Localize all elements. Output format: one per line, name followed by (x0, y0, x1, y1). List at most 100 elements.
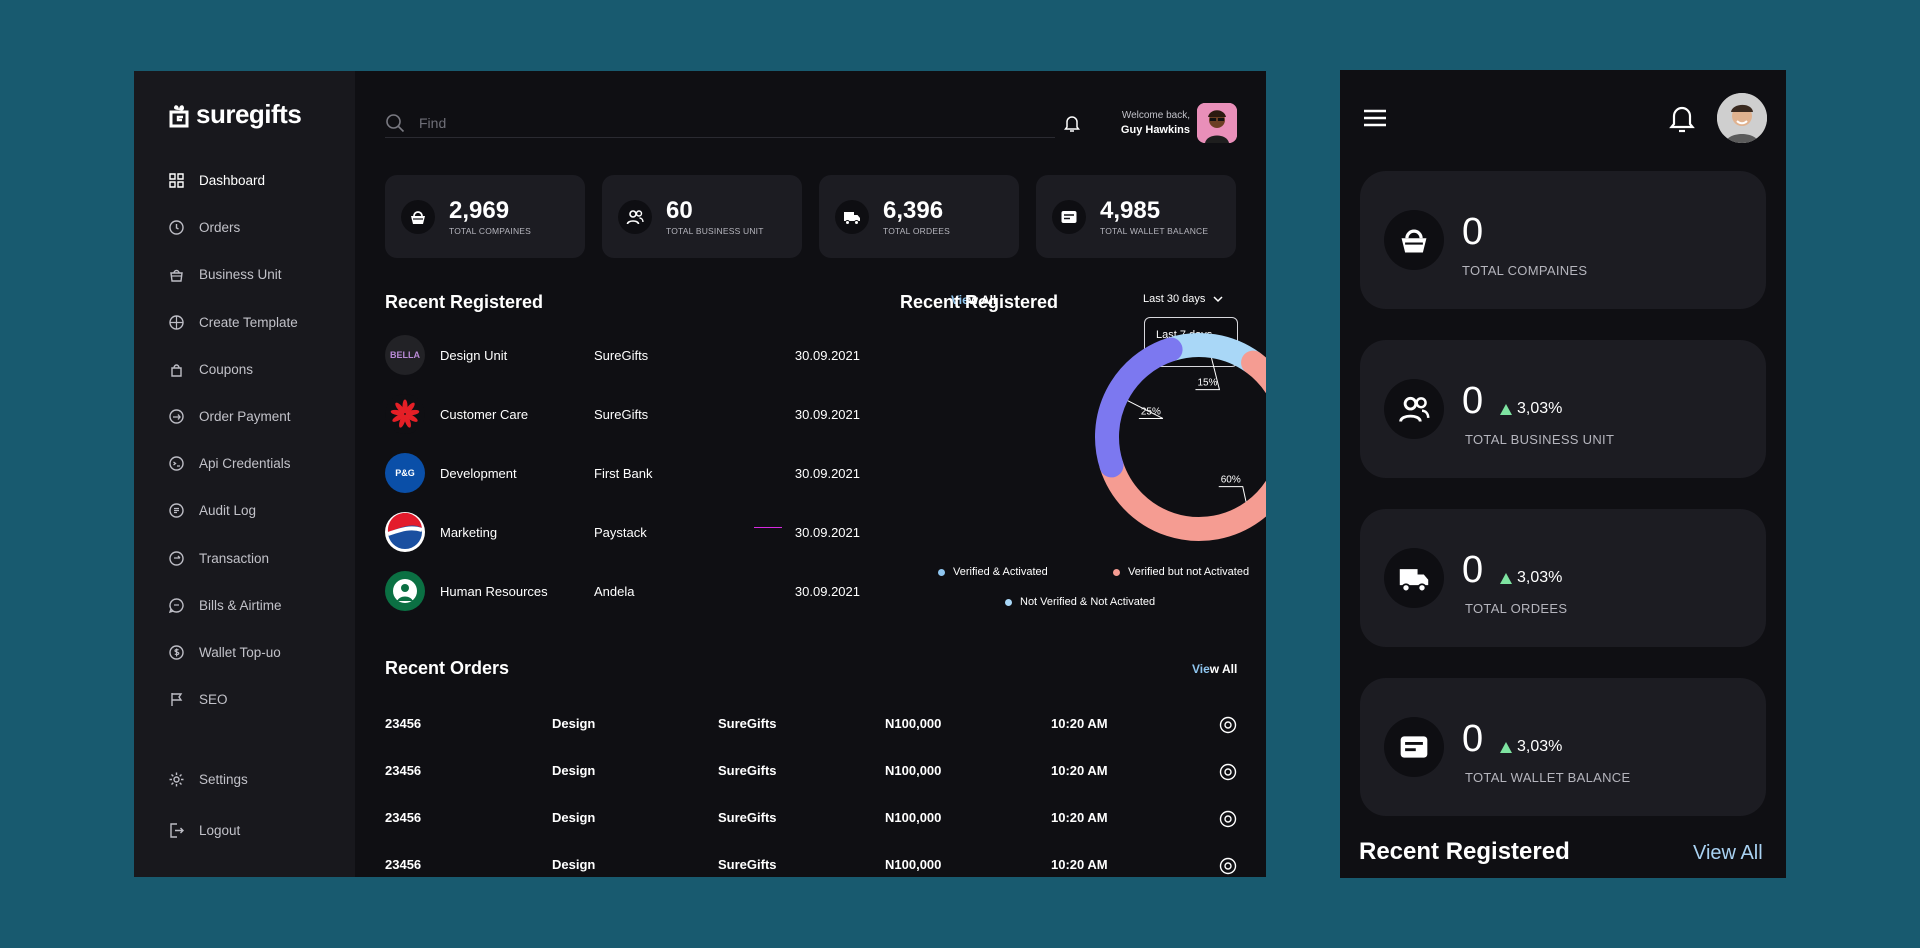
mobile-stat-card[interactable]: 0 TOTAL COMPAINES (1360, 171, 1766, 309)
arrow-up-icon (1500, 572, 1512, 584)
users-icon (626, 209, 644, 224)
order-time: 10:20 AM (1051, 857, 1108, 872)
stat-value: 0 (1462, 718, 1484, 760)
orders-view-all[interactable]: View All (1192, 662, 1237, 676)
sidebar-item-label: Order Payment (199, 409, 291, 425)
list-item[interactable]: Human Resources Andela 30.09.2021 (385, 571, 860, 611)
sidebar-item-label: Wallet Top-uo (199, 644, 281, 660)
legend-dot (1113, 568, 1120, 576)
stat-change-value: 3,03% (1517, 569, 1563, 586)
brand-name: suregifts (196, 99, 302, 129)
sidebar: suregifts Dashboard Orders Business Unit Cr… (134, 71, 355, 877)
stat-card[interactable]: 60 TOTAL BUSINESS UNIT (602, 175, 802, 258)
sidebar-item-audit-log[interactable]: Audit Log (168, 487, 298, 534)
eye-icon[interactable] (1219, 763, 1237, 781)
order-org: SureGifts (718, 716, 777, 731)
basket-icon (411, 210, 425, 224)
list-item[interactable]: BELLA Design Unit SureGifts 30.09.2021 (385, 335, 860, 375)
mobile-recent-title: Recent Registered (1359, 838, 1570, 865)
recent-orders-title: Recent Orders (385, 658, 510, 678)
table-row[interactable]: 23456 Design SureGifts N100,000 10:20 AM (385, 761, 1237, 781)
sidebar-item-logout[interactable]: Logout (168, 805, 248, 856)
order-type: Design (552, 763, 596, 778)
sidebar-item-label: Api Credentials (199, 456, 291, 472)
range-select[interactable]: Last 30 days (1143, 293, 1223, 305)
bell-icon[interactable] (1062, 113, 1082, 133)
bell-icon[interactable] (1667, 102, 1697, 134)
company-logo (385, 571, 425, 611)
mobile-stat-card[interactable]: 0 3,03% TOTAL ORDEES (1360, 509, 1766, 647)
date: 30.09.2021 (794, 583, 860, 599)
stat-change: 3,03% (1500, 569, 1562, 587)
mobile-stat-card[interactable]: 0 3,03% TOTAL WALLET BALANCE (1360, 678, 1766, 816)
sidebar-item-api-credentials[interactable]: Api Credentials (168, 440, 298, 487)
stat-change-value: 3,03% (1517, 738, 1563, 755)
search-input[interactable] (419, 114, 919, 131)
eye-icon[interactable] (1219, 810, 1237, 828)
order-amount: N100,000 (885, 716, 942, 731)
sidebar-item-seo[interactable]: SEO (168, 676, 298, 723)
order-amount: N100,000 (885, 810, 942, 825)
legend-dot (1005, 598, 1012, 606)
list-item[interactable]: Customer Care SureGifts 30.09.2021 (385, 394, 860, 434)
sidebar-item-business-unit[interactable]: Business Unit (168, 251, 298, 298)
order-time: 10:20 AM (1051, 763, 1108, 778)
truck-icon (1399, 569, 1429, 593)
mobile-stat-card[interactable]: 0 3,03% TOTAL BUSINESS UNIT (1360, 340, 1766, 478)
org-name: First Bank (594, 465, 653, 481)
view-all-rest: w All (1209, 662, 1238, 676)
avatar[interactable] (1197, 103, 1237, 143)
desktop-dashboard: suregifts Dashboard Orders Business Unit Cr… (134, 71, 1266, 877)
company-logo (385, 394, 425, 434)
avatar[interactable] (1717, 93, 1767, 143)
stat-value: 6,396 (883, 197, 944, 224)
table-row[interactable]: 23456 Design SureGifts N100,000 10:20 AM (385, 808, 1237, 828)
sidebar-item-order-payment[interactable]: Order Payment (168, 393, 298, 440)
user-name: Guy Hawkins (1120, 124, 1190, 136)
search-bar (385, 108, 1055, 138)
stat-icon-wrap (1384, 717, 1444, 777)
welcome-block: Welcome back, Guy Hawkins (1092, 109, 1190, 138)
hamburger-menu-icon[interactable] (1363, 108, 1387, 128)
unit-name: Design Unit (440, 347, 508, 363)
stat-card[interactable]: 6,396 TOTAL ORDEES (819, 175, 1019, 258)
eye-icon[interactable] (1219, 857, 1237, 875)
donut-chart: 15% 60% 25% (1095, 333, 1266, 541)
sidebar-item-coupons[interactable]: Coupons (168, 346, 298, 393)
table-row[interactable]: 23456 Design SureGifts N100,000 10:20 AM (385, 714, 1237, 734)
sidebar-item-orders[interactable]: Orders (168, 204, 298, 251)
list-item[interactable]: P&G Development First Bank 30.09.2021 (385, 453, 860, 493)
order-id: 23456 (385, 857, 422, 872)
arrow-up-icon (1500, 403, 1512, 415)
eye-icon[interactable] (1219, 716, 1237, 734)
sidebar-item-wallet-top-uo[interactable]: Wallet Top-uo (168, 629, 298, 676)
org-name: SureGifts (594, 406, 649, 422)
stat-card[interactable]: 4,985 TOTAL WALLET BALANCE (1036, 175, 1236, 258)
stat-card[interactable]: 2,969 TOTAL COMPAINES (385, 175, 585, 258)
stats-row: 2,969 TOTAL COMPAINES 60 TOTAL BUSINESS UNI… (385, 175, 1236, 258)
wave-logo-icon (387, 512, 423, 549)
mobile-view-all[interactable]: View All (1693, 842, 1763, 865)
donut-slice[interactable] (1095, 337, 1183, 478)
sidebar-item-transaction[interactable]: Transaction (168, 535, 298, 582)
order-time: 10:20 AM (1051, 810, 1108, 825)
stat-label: TOTAL COMPAINES (1462, 263, 1588, 278)
org-name: SureGifts (594, 347, 649, 363)
recent-registered-title: Recent Registered (385, 292, 544, 312)
stat-label: TOTAL BUSINESS UNIT (1465, 432, 1615, 447)
sidebar-item-settings[interactable]: Settings (168, 754, 248, 805)
sidebar-item-create-template[interactable]: Create Template (168, 299, 298, 346)
legend-item: Verified & Activated (938, 566, 1048, 578)
sidebar-item-bills-airtime[interactable]: Bills & Airtime (168, 582, 298, 629)
transaction-icon (169, 550, 184, 566)
stat-icon-wrap (1384, 210, 1444, 270)
list-item[interactable]: Marketing Paystack 30.09.2021 (385, 512, 860, 552)
terminal-icon (169, 456, 184, 471)
table-row[interactable]: 23456 Design SureGifts N100,000 10:20 AM (385, 855, 1237, 875)
order-type: Design (552, 810, 596, 825)
stat-label: TOTAL COMPAINES (449, 226, 532, 236)
brand-logo[interactable]: suregifts (168, 99, 302, 130)
company-logo-text: P&G (395, 468, 415, 478)
sidebar-item-dashboard[interactable]: Dashboard (168, 157, 298, 204)
company-logo-text: BELLA (390, 350, 420, 360)
